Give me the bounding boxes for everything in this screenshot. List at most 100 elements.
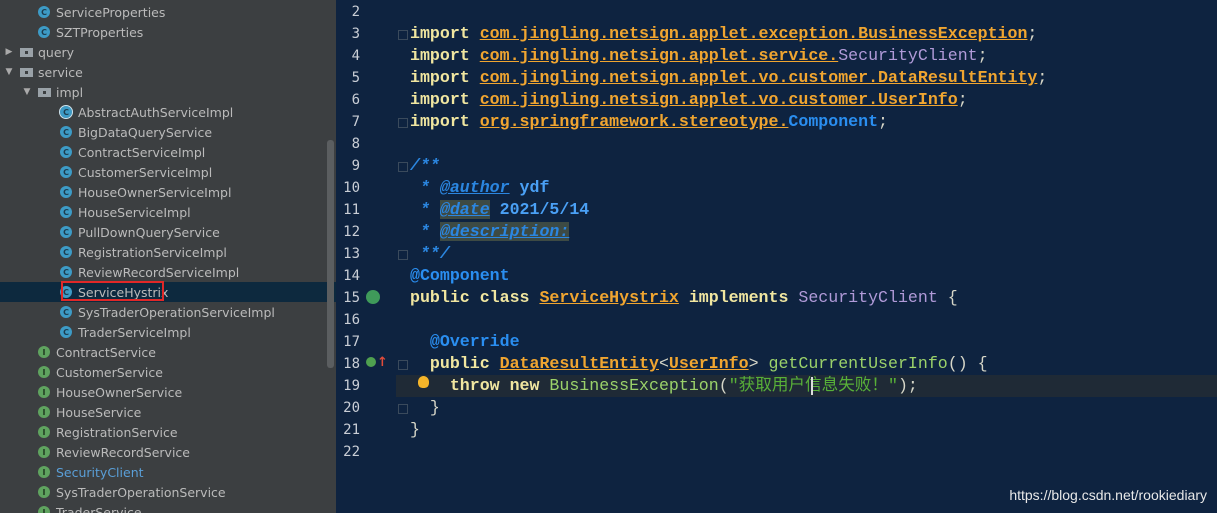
code-token: import — [410, 24, 480, 43]
interface-icon: I — [38, 486, 50, 498]
fold-marker-icon[interactable] — [398, 250, 408, 260]
tree-item[interactable]: C ServiceHystrix — [0, 282, 336, 302]
tree-item[interactable]: I TraderService — [0, 502, 336, 513]
collapse-arrow-icon[interactable]: ▶ — [4, 47, 14, 57]
code-token: > — [748, 354, 769, 373]
spring-bean-icon[interactable] — [366, 290, 380, 304]
code-token: } — [410, 398, 440, 417]
code-line[interactable]: import com.jingling.netsign.applet.vo.cu… — [410, 89, 968, 111]
tree-item-label: BigDataQueryService — [78, 124, 213, 140]
code-line[interactable]: **/ — [410, 243, 450, 265]
line-number: 14 — [343, 268, 360, 284]
override-method-icon[interactable] — [366, 357, 376, 367]
text-caret — [811, 377, 813, 395]
tree-item[interactable]: I HouseService — [0, 402, 336, 422]
tree-item[interactable]: I RegistrationService — [0, 422, 336, 442]
fold-marker-icon[interactable] — [398, 30, 408, 40]
tree-item[interactable]: C BigDataQueryService — [0, 122, 336, 142]
tree-item[interactable]: C AbstractAuthServiceImpl — [0, 102, 336, 122]
code-line[interactable]: } — [410, 397, 440, 419]
code-line[interactable]: } — [410, 419, 420, 441]
expand-arrow-icon[interactable]: ▼ — [4, 67, 14, 77]
tree-item[interactable]: ▼ service — [0, 62, 336, 82]
code-line[interactable]: import org.springframework.stereotype.Co… — [410, 111, 888, 133]
line-number: 3 — [351, 26, 360, 42]
interface-icon: I — [38, 426, 50, 438]
code-token: ; — [977, 46, 988, 65]
code-token: **/ — [410, 244, 450, 263]
tree-item[interactable]: ▶ query — [0, 42, 336, 62]
tree-item[interactable]: C CustomerServiceImpl — [0, 162, 336, 182]
code-line[interactable]: /** — [410, 155, 440, 177]
line-number: 12 — [343, 224, 360, 240]
code-line[interactable]: @Override — [410, 331, 520, 353]
tree-item[interactable]: ▼ impl — [0, 82, 336, 102]
code-token: ; — [1037, 68, 1048, 87]
tree-item[interactable]: C SysTraderOperationServiceImpl — [0, 302, 336, 322]
tree-item-label: ReviewRecordServiceImpl — [78, 264, 240, 280]
tree-item[interactable]: C HouseOwnerServiceImpl — [0, 182, 336, 202]
line-number: 8 — [351, 136, 360, 152]
fold-marker-icon[interactable] — [398, 404, 408, 414]
tree-item[interactable]: C TraderServiceImpl — [0, 322, 336, 342]
code-token: } — [410, 420, 420, 439]
code-editor[interactable]: 2 3 import com.jingling.netsign.applet.exc… — [336, 0, 1217, 513]
tree-item-label: HouseOwnerService — [56, 384, 183, 400]
tree-item[interactable]: C PullDownQueryService — [0, 222, 336, 242]
interface-icon: I — [38, 466, 50, 478]
tree-item-label: HouseOwnerServiceImpl — [78, 184, 232, 200]
code-token: < — [658, 354, 669, 373]
code-token: @Override — [410, 332, 520, 351]
tree-item-label: CustomerServiceImpl — [78, 164, 213, 180]
fold-marker-icon[interactable] — [398, 118, 408, 128]
folder-icon — [20, 47, 33, 57]
line-number: 15 — [343, 290, 360, 306]
code-token: BusinessException — [549, 376, 719, 395]
tree-item[interactable]: C ContractServiceImpl — [0, 142, 336, 162]
code-line[interactable]: @Component — [410, 265, 510, 287]
class-icon: C — [60, 206, 72, 218]
tree-item-label: HouseServiceImpl — [78, 204, 191, 220]
tree-item[interactable]: C SZTProperties — [0, 22, 336, 42]
tree-item-label: ContractServiceImpl — [78, 144, 206, 160]
code-token: * — [410, 178, 440, 197]
code-line[interactable]: public DataResultEntity<UserInfo> getCur… — [410, 353, 988, 375]
code-line[interactable]: throw new BusinessException("获取用户信息失败！")… — [410, 375, 918, 397]
code-line[interactable]: public class ServiceHystrix implements S… — [410, 287, 958, 309]
interface-icon: I — [38, 406, 50, 418]
code-line[interactable]: * @description: — [410, 221, 570, 243]
tree-item[interactable]: I ContractService — [0, 342, 336, 362]
tree-item[interactable]: I ReviewRecordService — [0, 442, 336, 462]
interface-icon: I — [38, 346, 50, 358]
code-line[interactable]: * @date 2021/5/14 — [410, 199, 589, 221]
code-token: 2021/5/14 — [489, 200, 590, 219]
sidebar-scrollbar[interactable] — [327, 140, 334, 368]
tree-item[interactable]: C HouseServiceImpl — [0, 202, 336, 222]
code-token: * — [410, 222, 440, 241]
class-icon: C — [60, 126, 72, 138]
code-token: ydf — [509, 178, 550, 197]
folder-icon — [20, 67, 33, 77]
tree-item[interactable]: I CustomerService — [0, 362, 336, 382]
tree-item[interactable]: C ServiceProperties — [0, 2, 336, 22]
lightbulb-icon[interactable] — [418, 376, 429, 388]
code-line[interactable]: import com.jingling.netsign.applet.servi… — [410, 45, 988, 67]
tree-item[interactable]: C RegistrationServiceImpl — [0, 242, 336, 262]
code-line[interactable]: * @author ydf — [410, 177, 549, 199]
code-line[interactable]: import com.jingling.netsign.applet.excep… — [410, 23, 1037, 45]
class-icon: C — [59, 105, 73, 119]
tree-item-label: RegistrationService — [56, 424, 178, 440]
interface-icon: I — [38, 386, 50, 398]
tree-item-label: SecurityClient — [56, 464, 144, 480]
expand-arrow-icon[interactable]: ▼ — [22, 87, 32, 97]
tree-item[interactable]: I SecurityClient — [0, 462, 336, 482]
fold-marker-icon[interactable] — [398, 360, 408, 370]
code-line[interactable]: import com.jingling.netsign.applet.vo.cu… — [410, 67, 1047, 89]
fold-marker-icon[interactable] — [398, 162, 408, 172]
tree-item-label: ContractService — [56, 344, 156, 360]
tree-item[interactable]: I HouseOwnerService — [0, 382, 336, 402]
up-arrow-icon: ↑ — [377, 355, 388, 370]
code-token: * — [410, 200, 440, 219]
tree-item[interactable]: C ReviewRecordServiceImpl — [0, 262, 336, 282]
tree-item[interactable]: I SysTraderOperationService — [0, 482, 336, 502]
